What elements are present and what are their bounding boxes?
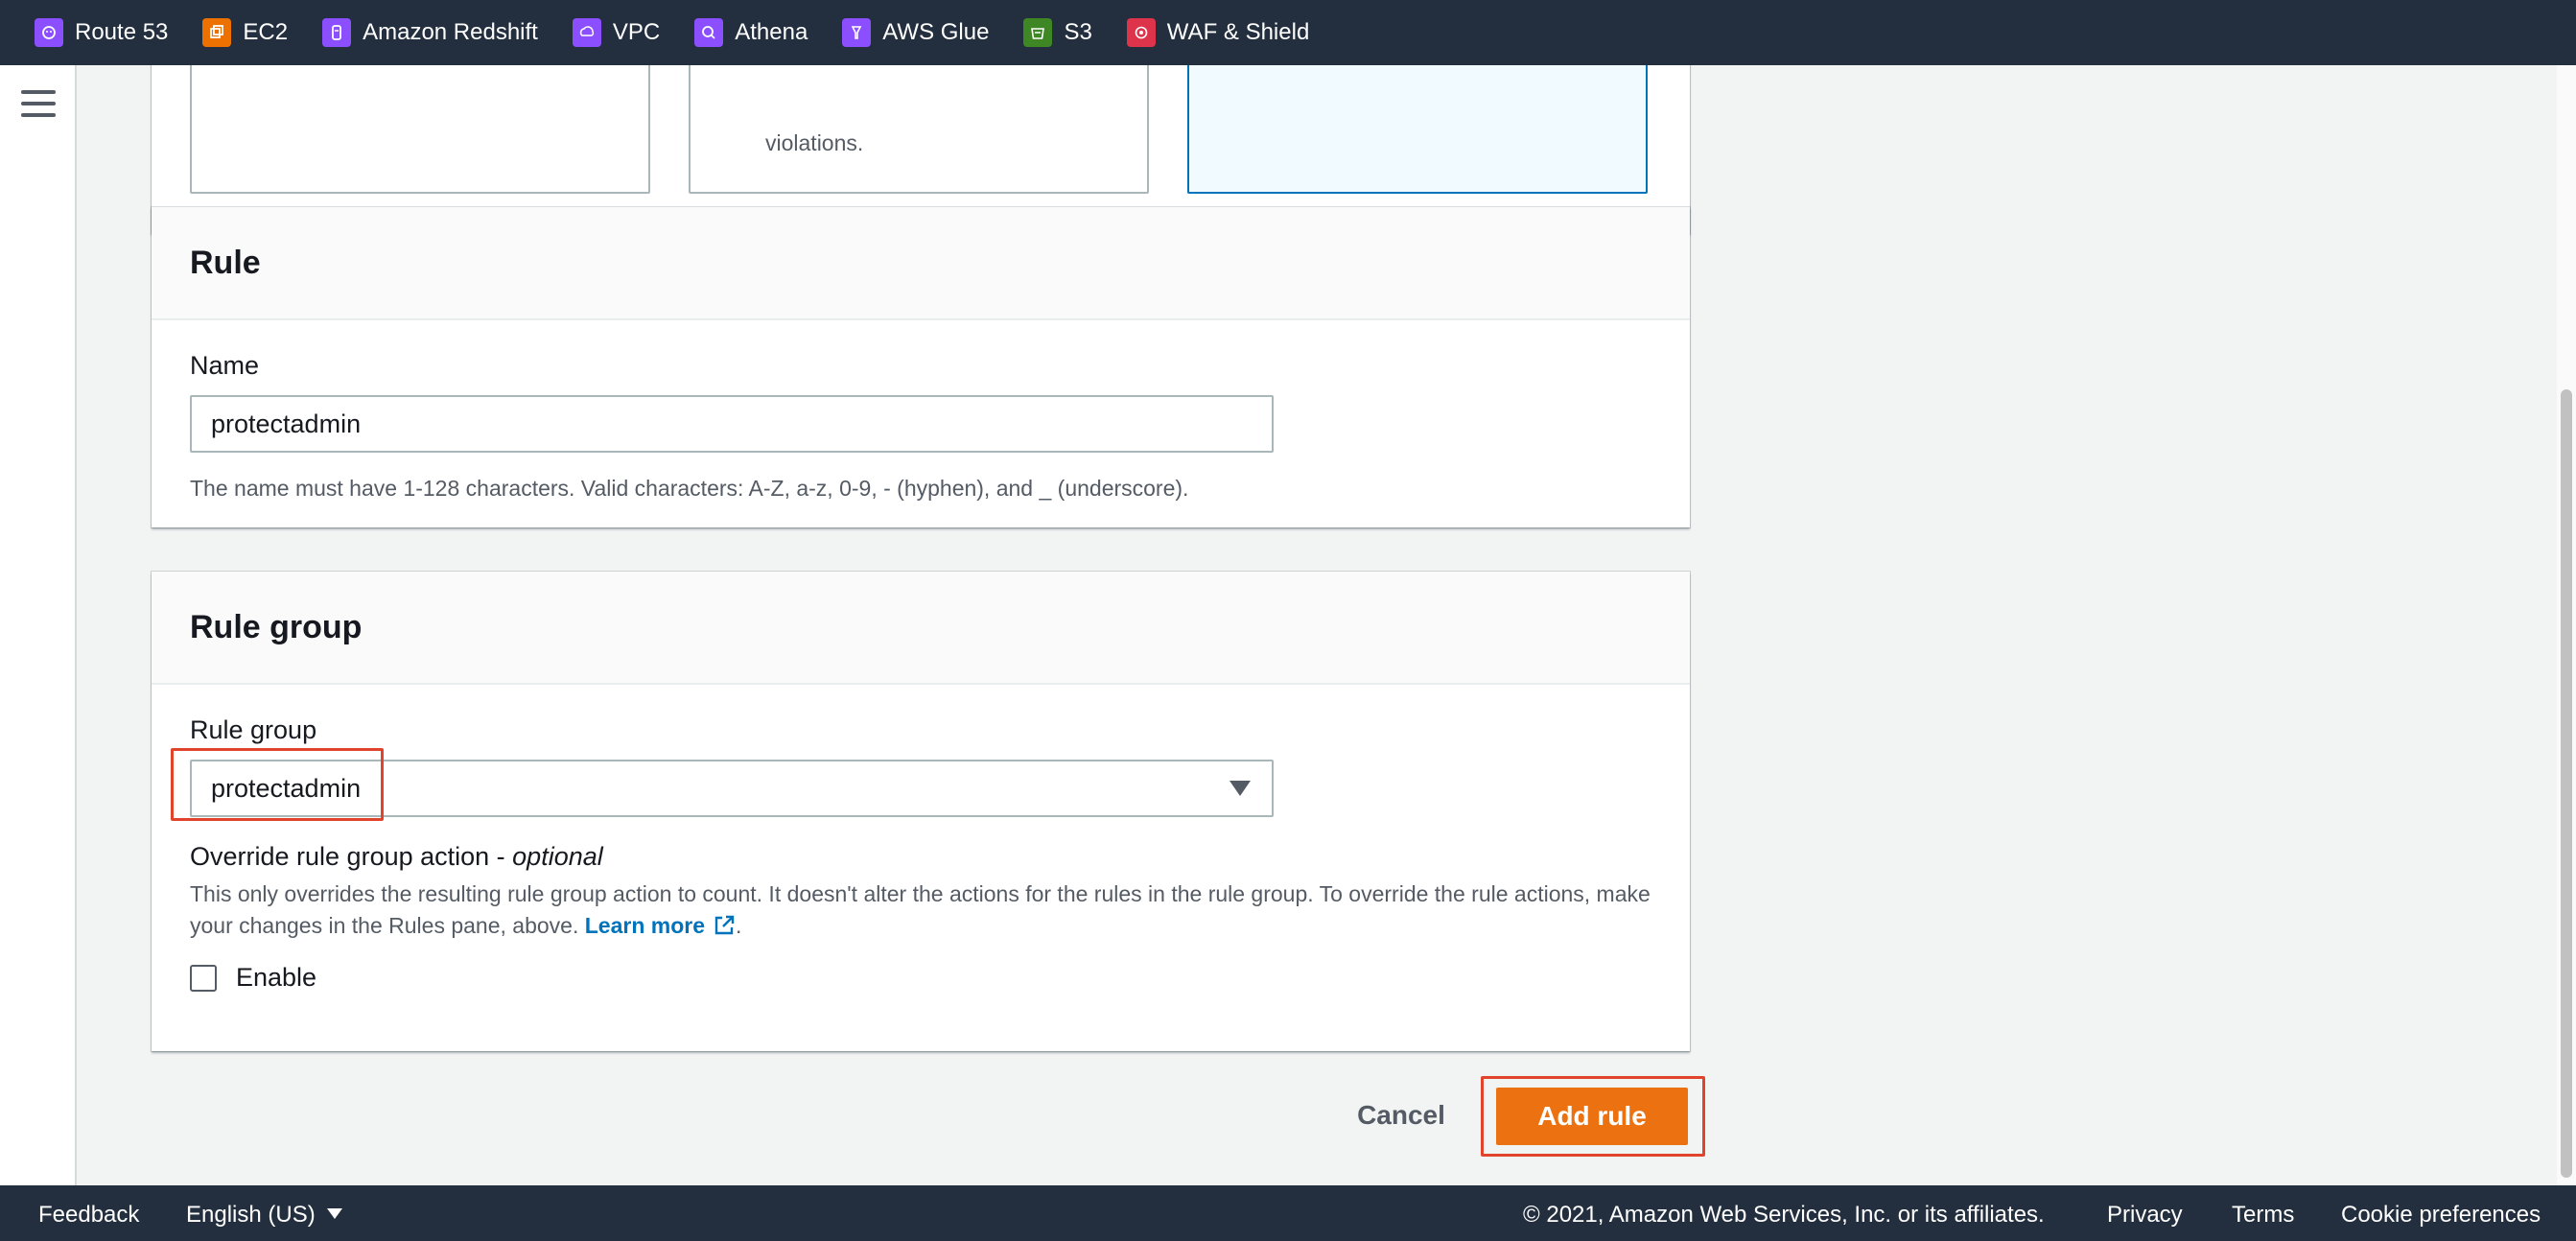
language-selector[interactable]: English (US) [186,1202,342,1229]
rule-group-panel: Rule group Rule group protectadmin Overr… [152,572,1690,1051]
rule-panel-header: Rule [152,207,1690,320]
vpc-icon [572,18,601,47]
learn-more-text: Learn more [584,913,705,938]
rule-group-panel-title: Rule group [190,608,363,645]
language-label: English (US) [186,1202,316,1228]
override-label: Override rule group action - optional [190,842,603,872]
favorite-label: Athena [735,19,808,45]
override-description: This only overrides the resulting rule g… [190,878,1657,942]
external-link-icon [714,915,735,935]
favorite-ec2[interactable]: EC2 [202,0,288,65]
favorite-glue[interactable]: AWS Glue [842,0,989,65]
override-label-text: Override rule group action - [190,842,513,871]
glue-icon [842,18,872,47]
vertical-scrollbar[interactable] [2557,65,2576,1185]
learn-more-link[interactable]: Learn more [585,913,736,938]
services-favorites-bar: Route 53 EC2 Amazon Redshift VPC Athena … [0,0,2576,65]
enable-checkbox[interactable] [190,964,217,992]
console-footer: Feedback English (US) © 2021, Amazon Web… [0,1185,2576,1241]
override-optional-text: optional [512,842,603,871]
rule-name-input[interactable] [190,395,1274,453]
name-hint: The name must have 1-128 characters. Val… [190,476,1189,501]
privacy-link[interactable]: Privacy [2107,1202,2183,1229]
favorite-label: WAF & Shield [1166,19,1310,45]
side-navigation-rail [0,65,77,1185]
name-label: Name [190,351,260,380]
caret-down-icon [326,1208,342,1219]
menu-icon[interactable] [21,90,56,119]
athena-icon [694,18,724,47]
enable-override-checkbox-row[interactable]: Enable [190,963,316,993]
favorite-label: VPC [612,19,661,45]
terms-link[interactable]: Terms [2232,1202,2294,1229]
favorite-label: S3 [1064,19,1092,45]
redshift-icon [322,18,352,47]
main-content: violations. Rule Name The name must have… [79,65,2557,1185]
rule-panel: Rule Name The name must have 1-128 chara… [152,207,1690,527]
override-description-text: This only overrides the resulting rule g… [190,881,1651,938]
favorite-athena[interactable]: Athena [694,0,808,65]
favorite-vpc[interactable]: VPC [572,0,661,65]
favorite-label: AWS Glue [882,19,990,45]
caret-down-icon [1229,781,1251,796]
rule-type-tile[interactable] [190,65,650,194]
copyright-text: © 2021, Amazon Web Services, Inc. or its… [1523,1202,2045,1228]
add-rule-button[interactable]: Add rule [1496,1088,1688,1145]
rule-group-label: Rule group [190,715,317,744]
favorite-label: EC2 [243,19,289,45]
rule-group-selected-value: protectadmin [211,773,362,803]
route53-icon [35,18,63,47]
favorite-route53[interactable]: Route 53 [35,0,168,65]
s3-icon [1023,18,1053,47]
favorite-redshift[interactable]: Amazon Redshift [322,0,538,65]
rule-panel-title: Rule [190,244,261,281]
enable-label: Enable [236,963,317,992]
cancel-button[interactable]: Cancel [1339,1086,1464,1145]
favorite-s3[interactable]: S3 [1023,0,1092,65]
tile-description: violations. [765,130,864,155]
period-text: . [736,913,742,938]
scrollbar-thumb[interactable] [2561,389,2572,1178]
rule-type-tile[interactable]: violations. [689,65,1149,194]
rule-type-tile-selected[interactable] [1187,65,1648,194]
favorite-label: Amazon Redshift [363,19,538,45]
rule-group-select[interactable]: protectadmin [190,760,1274,817]
waf-icon [1126,18,1156,47]
rule-group-panel-header: Rule group [152,572,1690,685]
favorite-label: Route 53 [75,19,169,45]
ec2-icon [202,18,232,47]
favorite-waf-shield[interactable]: WAF & Shield [1126,0,1310,65]
cookie-preferences-link[interactable]: Cookie preferences [2341,1202,2541,1229]
feedback-link[interactable]: Feedback [38,1202,139,1229]
